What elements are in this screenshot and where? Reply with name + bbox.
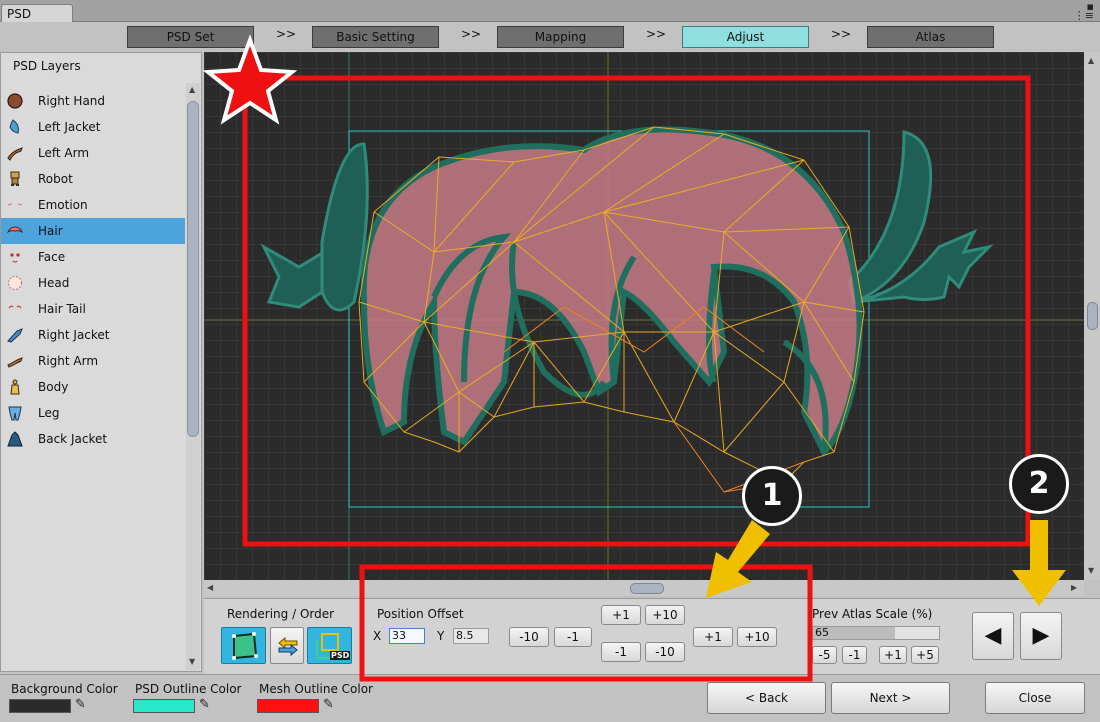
- step-badge-1: 1: [742, 466, 802, 526]
- arrow-down-icon: [1012, 520, 1066, 606]
- canvas-highlight-frame: [242, 75, 1031, 547]
- arrow-down-left-icon: [706, 520, 770, 598]
- tutorial-annotations: [202, 34, 1066, 682]
- star-icon: [202, 34, 298, 125]
- step-badge-2: 2: [1009, 454, 1069, 514]
